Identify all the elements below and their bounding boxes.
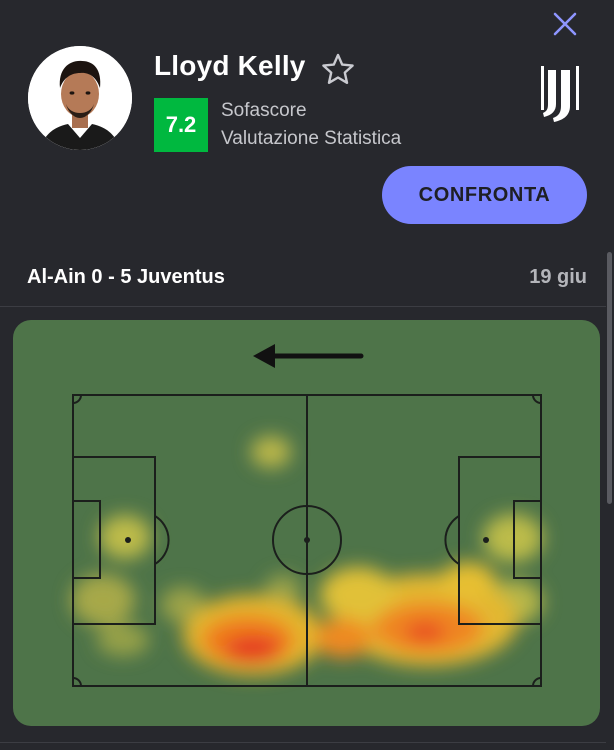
player-avatar: [28, 46, 132, 150]
arrow-left-icon: [253, 344, 364, 368]
compare-button[interactable]: CONFRONTA: [382, 166, 587, 224]
divider: [0, 742, 606, 743]
scrollbar[interactable]: [607, 252, 612, 504]
match-title: Al-Ain 0 - 5 Juventus: [27, 266, 225, 288]
rating-description-label: Valutazione Statistica: [221, 128, 402, 149]
player-name: Lloyd Kelly: [154, 50, 306, 81]
rating-badge: 7.2: [154, 98, 208, 152]
club-logo-icon: [541, 66, 579, 122]
match-date: 19 giu: [529, 266, 587, 288]
close-icon[interactable]: [549, 8, 581, 40]
rating-source-label: Sofascore: [221, 100, 307, 121]
star-outline-icon[interactable]: [320, 52, 356, 86]
heatmap-pitch: [13, 320, 600, 726]
match-row[interactable]: Al-Ain 0 - 5 Juventus 19 giu: [0, 254, 606, 307]
